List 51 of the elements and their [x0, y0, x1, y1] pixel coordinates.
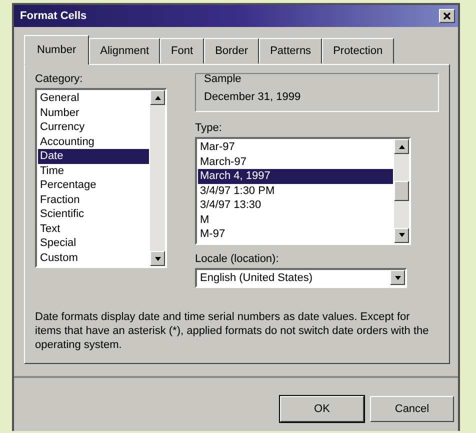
- close-icon: [443, 12, 451, 20]
- up-arrow-icon: [154, 94, 162, 102]
- scroll-down-button[interactable]: [150, 251, 165, 266]
- cancel-button[interactable]: Cancel: [370, 396, 454, 422]
- down-arrow-icon: [398, 231, 406, 239]
- scroll-thumb[interactable]: [394, 180, 409, 201]
- list-item[interactable]: Time: [38, 164, 149, 178]
- list-item[interactable]: Special: [38, 236, 149, 250]
- down-arrow-icon: [394, 274, 402, 282]
- list-item[interactable]: Mar-97: [198, 140, 393, 154]
- category-label: Category:: [35, 73, 84, 85]
- sample-value: December 31, 1999: [204, 91, 302, 103]
- list-item[interactable]: March-97: [198, 154, 393, 169]
- scrollbar[interactable]: [150, 90, 165, 266]
- tab[interactable]: Number: [24, 35, 90, 65]
- list-item[interactable]: General: [38, 91, 149, 106]
- tab[interactable]: Protection: [322, 38, 394, 64]
- list-item[interactable]: 3/4/97 13:30: [198, 198, 393, 212]
- list-item[interactable]: M-97: [198, 227, 393, 242]
- locale-dropdown[interactable]: English (United States): [195, 268, 407, 288]
- scroll-up-button[interactable]: [394, 139, 409, 154]
- list-item[interactable]: Text: [38, 222, 149, 236]
- tab[interactable]: Patterns: [259, 38, 322, 64]
- sample-label: Sample: [204, 73, 242, 85]
- tab[interactable]: Border: [204, 38, 260, 64]
- list-item[interactable]: M: [198, 212, 393, 227]
- list-item[interactable]: Number: [38, 106, 149, 120]
- list-item[interactable]: Date: [38, 149, 149, 164]
- list-item[interactable]: March 4, 1997: [198, 169, 393, 184]
- list-item[interactable]: Accounting: [38, 134, 149, 149]
- tab[interactable]: Font: [160, 38, 204, 64]
- scrollbar[interactable]: [394, 139, 409, 242]
- tab[interactable]: Alignment: [89, 38, 160, 64]
- down-arrow-icon: [154, 254, 162, 262]
- locale-label: Locale (location):: [195, 252, 280, 264]
- description-text: Date formats display date and time serial numbers as date values. Except for items that have an asterisk (*), applied formats do not switch date orders with the operating system.: [35, 310, 430, 352]
- list-item[interactable]: Percentage: [38, 178, 149, 192]
- window-title: Format Cells: [20, 10, 88, 22]
- type-label: Type:: [195, 122, 223, 134]
- list-item[interactable]: Fraction: [38, 192, 149, 207]
- locale-value: English (United States): [200, 272, 312, 284]
- list-item[interactable]: Scientific: [38, 207, 149, 222]
- close-button[interactable]: [439, 9, 455, 23]
- scroll-down-button[interactable]: [394, 228, 409, 242]
- up-arrow-icon: [398, 142, 406, 150]
- list-item[interactable]: Custom: [38, 250, 149, 265]
- dropdown-button[interactable]: [390, 270, 405, 285]
- scroll-up-button[interactable]: [150, 90, 165, 105]
- list-item[interactable]: Currency: [38, 120, 149, 134]
- list-item[interactable]: 3/4/97 1:30 PM: [198, 184, 393, 198]
- ok-button[interactable]: OK: [280, 396, 364, 422]
